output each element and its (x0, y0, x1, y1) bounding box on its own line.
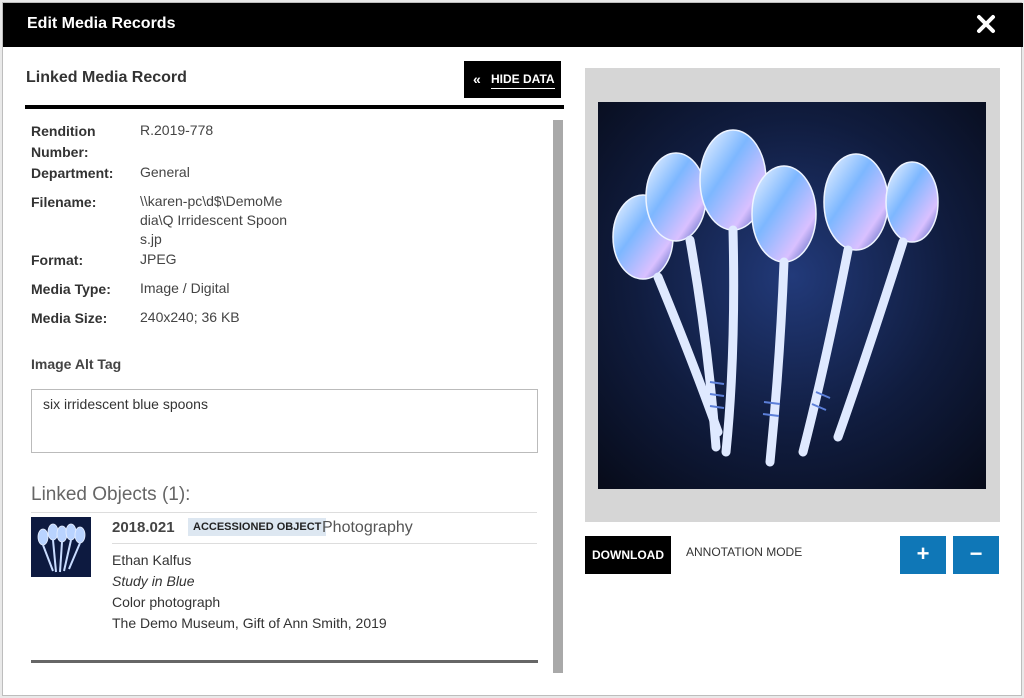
status-badge: ACCESSIONED OBJECT (188, 518, 327, 536)
hide-data-label: HIDE DATA (491, 72, 555, 89)
media-type-value: Image / Digital (140, 280, 230, 296)
department-label: Department: (31, 165, 114, 181)
modal-title: Edit Media Records (27, 15, 176, 32)
download-button[interactable]: DOWNLOAD (585, 536, 671, 574)
media-preview-frame (585, 68, 1000, 522)
filename-value: \\karen-pc\d$\DemoMedia\Q Irridescent Sp… (140, 193, 288, 247)
scrollbar[interactable] (553, 120, 563, 673)
edit-media-modal: Edit Media Records Linked Media Record «… (2, 2, 1023, 696)
object-number[interactable]: 2018.021 (112, 519, 175, 536)
object-credit: The Demo Museum, Gift of Ann Smith, 2019 (112, 615, 387, 631)
data-panel: Rendition Number: R.2019-778 Department:… (25, 113, 550, 683)
media-type-label: Media Type: (31, 281, 111, 297)
section-divider (25, 105, 564, 109)
hide-data-button[interactable]: « HIDE DATA (464, 61, 561, 98)
bottom-divider (31, 660, 538, 663)
modal-titlebar: Edit Media Records (3, 3, 1023, 47)
linked-objects-title: Linked Objects (1): (31, 484, 191, 505)
department-value: General (140, 164, 190, 180)
linked-media-record-title: Linked Media Record (26, 69, 187, 86)
divider (112, 543, 537, 544)
filename-label: Filename: (31, 194, 97, 210)
close-icon[interactable] (975, 13, 997, 35)
annotation-mode-button[interactable]: ANNOTATION MODE (686, 545, 802, 559)
double-chevron-left-icon: « (473, 71, 481, 87)
image-alt-tag-label: Image Alt Tag (31, 356, 122, 372)
object-title: Study in Blue (112, 573, 195, 589)
zoom-out-button[interactable]: − (953, 536, 999, 574)
object-maker: Ethan Kalfus (112, 552, 192, 568)
object-type: Photography (322, 519, 413, 536)
image-alt-tag-input[interactable]: six irridescent blue spoons (31, 389, 538, 453)
format-label: Format: (31, 252, 84, 268)
media-preview-image[interactable] (598, 102, 986, 489)
divider (31, 512, 537, 513)
object-thumbnail[interactable] (31, 517, 91, 577)
format-value: JPEG (140, 251, 177, 267)
object-medium: Color photograph (112, 594, 221, 610)
rendition-number-label: Rendition Number: (31, 123, 96, 160)
rendition-number-value: R.2019-778 (140, 122, 214, 138)
media-size-value: 240x240; 36 KB (140, 309, 240, 325)
media-size-label: Media Size: (31, 310, 108, 326)
zoom-in-button[interactable]: + (900, 536, 946, 574)
